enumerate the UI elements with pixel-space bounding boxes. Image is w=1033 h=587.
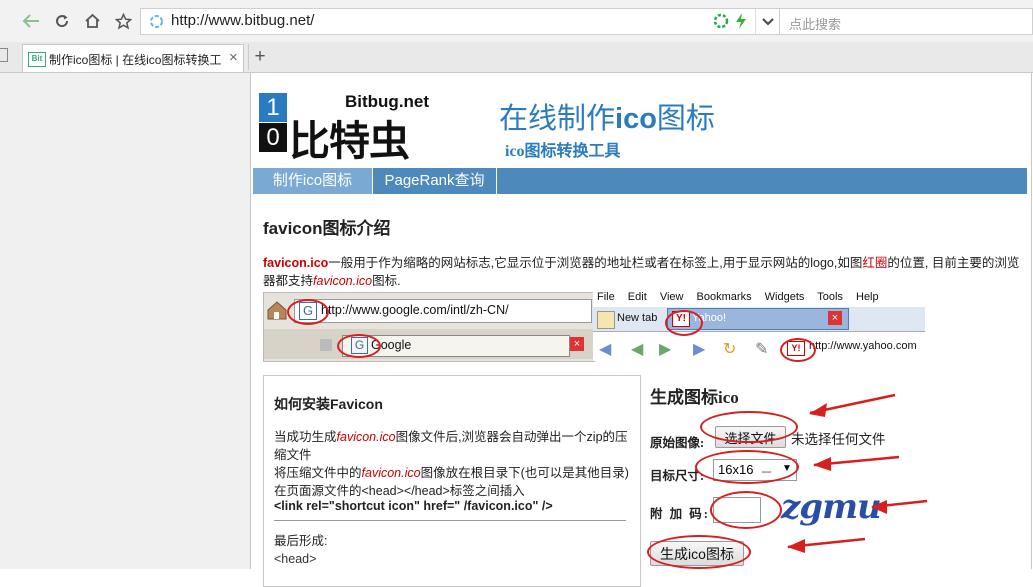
- annotation-circle: [647, 535, 751, 569]
- browser-toolbar: http://www.bitbug.net/ 点此搜索: [0, 0, 1033, 42]
- url-text: http://www.bitbug.net/: [171, 12, 315, 29]
- annotation-circle: [700, 411, 798, 443]
- install-step-2-b: favicon.ico: [361, 466, 421, 480]
- address-bar[interactable]: http://www.bitbug.net/: [140, 8, 780, 35]
- install-heading: 如何安装Favicon: [274, 396, 383, 412]
- site-info-icon[interactable]: [149, 14, 164, 34]
- site-title-ico: ico: [615, 103, 657, 135]
- logo-digit-0: 0: [259, 123, 287, 152]
- install-final-label: 最后形成:: [274, 534, 328, 548]
- intro-red-circle-term: 红圈: [862, 256, 888, 270]
- captcha-label: 附 加 码:: [650, 507, 710, 521]
- home-icon: [266, 299, 288, 326]
- intro-paragraph: favicon.ico一般用于作为缩略的网站标志,它显示位于浏览器的地址栏或者在…: [263, 254, 1023, 290]
- install-guide-box: 如何安装Favicon 当成功生成favicon.ico图像文件后,浏览器会自动…: [263, 375, 641, 587]
- reload-icon[interactable]: [49, 8, 75, 34]
- tab-close-icon[interactable]: ×: [229, 49, 238, 66]
- install-final-code: <head>: [274, 552, 317, 566]
- logo-digit-1: 1: [259, 93, 287, 122]
- annotation-circle: [695, 450, 799, 484]
- forward-green-icon: ▶: [659, 341, 672, 358]
- intro-text-3: 图标.: [372, 274, 401, 288]
- example-tab-close-red-icon: ×: [570, 337, 584, 351]
- example-tabstrip-right: New tab Y! Yahoo! ×: [593, 307, 925, 332]
- annotation-circle: [337, 334, 381, 358]
- site-title-prefix: 在线制作: [499, 103, 616, 135]
- extension-icon[interactable]: [713, 13, 729, 34]
- home-icon[interactable]: [79, 8, 105, 34]
- back-green-icon: ◀: [631, 341, 644, 358]
- page-margin-left: [0, 73, 250, 569]
- tab-active[interactable]: Bit 制作ico图标 | 在线ico图标转换工 ×: [22, 44, 244, 72]
- page-content: 1 0 Bitbug.net 比特虫 在线制作ico图标 ico图标转换工具 制…: [250, 73, 1032, 587]
- search-box[interactable]: 点此搜索: [780, 8, 1033, 35]
- install-step-2-a: 将压缩文件中的: [274, 466, 362, 480]
- reload-icon: ↻: [723, 341, 737, 358]
- example-new-tab-label: New tab: [617, 312, 658, 324]
- annotation-circle: [287, 299, 329, 325]
- nav-item-pagerank[interactable]: PageRank查询: [373, 168, 497, 194]
- address-divider: [755, 9, 756, 34]
- edit-icon: ✎: [755, 341, 769, 358]
- install-step-1-b: favicon.ico: [336, 430, 396, 444]
- nav-item-make-ico[interactable]: 制作ico图标: [253, 168, 373, 194]
- example-menu-bar: File Edit View Bookmarks Widgets Tools H…: [597, 291, 879, 303]
- example-address-bar: G http://www.google.com/intl/zh-CN/: [294, 299, 592, 323]
- search-placeholder: 点此搜索: [789, 17, 842, 32]
- annotation-circle: [710, 491, 782, 529]
- install-divider: [274, 520, 626, 521]
- annotation-circle: [780, 338, 816, 362]
- example-nav-toolbar: ◀ ◀ ▶ ▶ ↻ ✎ Y! http://www.yahoo.com: [593, 333, 925, 361]
- new-tab-page-icon: [597, 311, 615, 329]
- logo-cn-text: 比特虫: [289, 118, 410, 164]
- annotation-circle: [665, 310, 703, 336]
- example-url-google: http://www.google.com/intl/zh-CN/: [321, 303, 509, 317]
- intro-heading: favicon图标介绍: [263, 219, 391, 238]
- main-nav: 制作ico图标 PageRank查询: [253, 168, 1027, 194]
- tab-title: 制作ico图标 | 在线ico图标转换工: [49, 53, 221, 67]
- install-step-1-a: 当成功生成: [274, 430, 337, 444]
- intro-favicon-italic: favicon.ico: [313, 274, 373, 288]
- example-tabstrip-left: G Google ×: [264, 329, 594, 359]
- annotation-arrow: [809, 393, 896, 417]
- example-url-yahoo: http://www.yahoo.com: [809, 340, 917, 352]
- chevron-down-icon[interactable]: [761, 15, 775, 33]
- site-title-suffix: 图标: [656, 103, 715, 135]
- install-step-1: 当成功生成favicon.ico图像文件后,浏览器会自动弹出一个zip的压缩文件: [274, 428, 634, 464]
- source-image-label: 原始图像:: [650, 436, 705, 450]
- example-tab-close-icon: [320, 339, 332, 351]
- annotation-arrow: [871, 499, 928, 514]
- back-icon[interactable]: [18, 8, 44, 34]
- site-title: 在线制作ico图标: [499, 95, 715, 137]
- no-file-text: 未选择任何文件: [791, 432, 886, 447]
- intro-favicon-term: favicon.ico: [263, 256, 329, 270]
- captcha-image: zgmu: [781, 487, 882, 527]
- annotation-arrow: [787, 537, 866, 553]
- intro-text-1: 一般用于作为缩略的网站标志,它显示位于浏览器的地址栏或者在标签上,用于显示网站的…: [328, 256, 863, 270]
- bookmark-star-icon[interactable]: [110, 8, 136, 34]
- site-subtitle: ico图标转换工具: [505, 143, 621, 160]
- sidebar-toggle-icon[interactable]: [0, 48, 8, 62]
- install-step-2: 将压缩文件中的favicon.ico图像放在根目录下(也可以是其他目录): [274, 464, 634, 482]
- back-icon: ◀: [599, 341, 612, 358]
- example-screenshot-right: File Edit View Bookmarks Widgets Tools H…: [593, 289, 925, 361]
- install-step-2-c: 图像放在根目录下(也可以是其他目录): [420, 466, 629, 480]
- generator-heading: 生成图标ico: [650, 388, 739, 407]
- annotation-arrow: [813, 455, 900, 471]
- new-tab-button[interactable]: +: [248, 44, 271, 70]
- lightning-icon[interactable]: [735, 12, 747, 35]
- install-code-line: <link rel="shortcut icon" href=" /favico…: [274, 499, 553, 513]
- example-tab-close-red-icon: ×: [828, 311, 842, 325]
- install-step-3: 在页面源文件的<head></head>标签之间插入: [274, 484, 525, 498]
- fast-forward-icon: ▶: [693, 341, 706, 358]
- tab-favicon-icon: Bit: [28, 52, 46, 67]
